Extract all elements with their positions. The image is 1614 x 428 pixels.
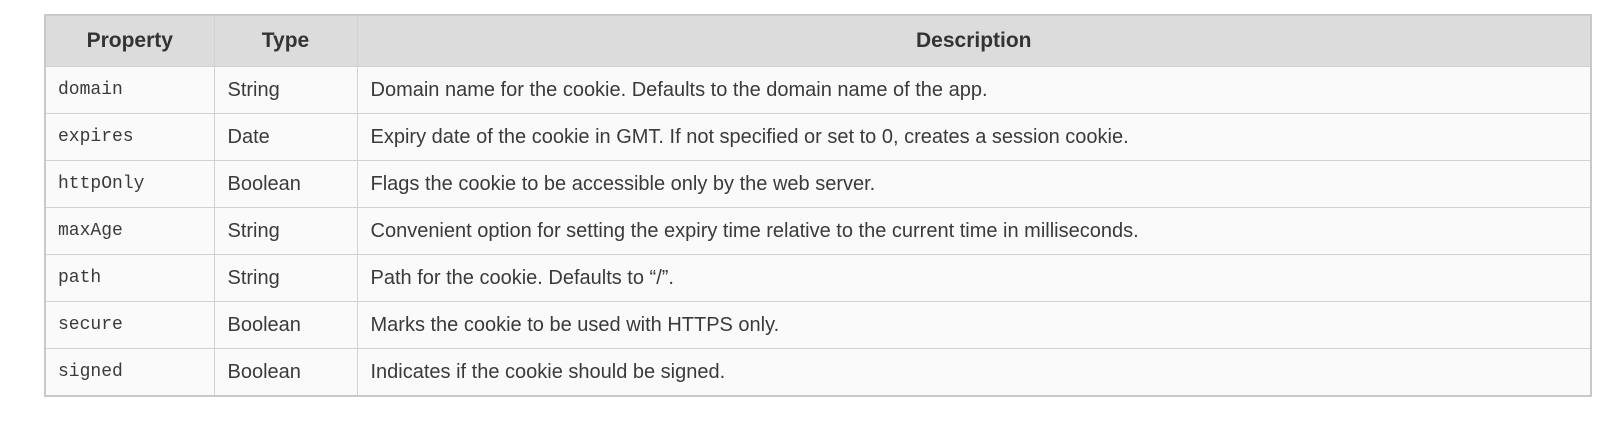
table-row: secure Boolean Marks the cookie to be us… [44, 301, 1592, 349]
cookie-options-table: Property Type Description domain String … [44, 14, 1592, 397]
property-cell: domain [44, 66, 215, 114]
description-cell: Flags the cookie to be accessible only b… [356, 160, 1592, 208]
table-row: expires Date Expiry date of the cookie i… [44, 113, 1592, 161]
table-header: Property Type Description [44, 14, 1592, 67]
table-row: domain String Domain name for the cookie… [44, 66, 1592, 114]
description-cell: Path for the cookie. Defaults to “/”. [356, 254, 1592, 302]
description-cell: Domain name for the cookie. Defaults to … [356, 66, 1592, 114]
table-row: maxAge String Convenient option for sett… [44, 207, 1592, 255]
type-cell: Date [213, 113, 358, 161]
table-row: signed Boolean Indicates if the cookie s… [44, 348, 1592, 397]
column-header-type: Type [213, 14, 358, 67]
property-cell: path [44, 254, 215, 302]
property-cell: secure [44, 301, 215, 349]
header-row: Property Type Description [44, 14, 1592, 67]
description-cell: Expiry date of the cookie in GMT. If not… [356, 113, 1592, 161]
table-row: path String Path for the cookie. Default… [44, 254, 1592, 302]
type-cell: String [213, 66, 358, 114]
property-cell: httpOnly [44, 160, 215, 208]
property-cell: signed [44, 348, 215, 397]
description-cell: Convenient option for setting the expiry… [356, 207, 1592, 255]
property-cell: expires [44, 113, 215, 161]
type-cell: Boolean [213, 348, 358, 397]
column-header-description: Description [356, 14, 1592, 67]
type-cell: Boolean [213, 301, 358, 349]
column-header-property: Property [44, 14, 215, 67]
property-cell: maxAge [44, 207, 215, 255]
type-cell: String [213, 254, 358, 302]
table-row: httpOnly Boolean Flags the cookie to be … [44, 160, 1592, 208]
description-cell: Indicates if the cookie should be signed… [356, 348, 1592, 397]
type-cell: Boolean [213, 160, 358, 208]
cookie-options-table-container: Property Type Description domain String … [44, 14, 1592, 397]
type-cell: String [213, 207, 358, 255]
description-cell: Marks the cookie to be used with HTTPS o… [356, 301, 1592, 349]
table-body: domain String Domain name for the cookie… [44, 66, 1592, 397]
